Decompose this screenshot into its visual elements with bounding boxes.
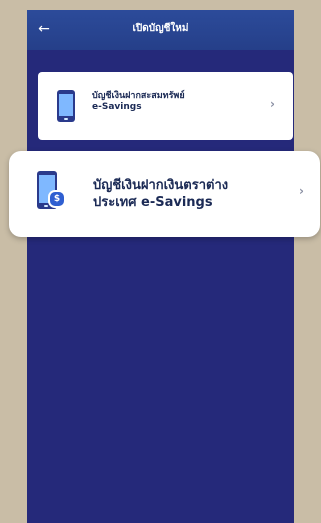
savings-account-label: บัญชีเงินฝากสะสมทรัพย์ e-Savings — [92, 91, 252, 113]
foreign-currency-account-option[interactable]: $ บัญชีเงินฝากเงินตราต่าง ประเทศ e-Savin… — [9, 151, 320, 237]
back-arrow-icon[interactable]: ← — [33, 18, 55, 40]
mobile-phone-icon — [57, 90, 75, 122]
savings-account-option[interactable]: บัญชีเงินฝากสะสมทรัพย์ e-Savings › — [38, 72, 293, 140]
foreign-currency-account-label: บัญชีเงินฝากเงินตราต่าง ประเทศ e-Savings — [93, 177, 273, 211]
top-bar: ← เปิดบัญชีใหม่ — [27, 10, 294, 50]
chevron-right-icon: › — [270, 97, 275, 111]
currency-coin-icon: $ — [48, 190, 66, 208]
savings-account-label-line1: บัญชีเงินฝากสะสมทรัพย์ — [92, 91, 185, 101]
phone-home-indicator — [64, 118, 68, 120]
foreign-currency-label-line2: ประเทศ e-Savings — [93, 195, 213, 210]
chevron-right-icon: › — [299, 184, 304, 198]
foreign-currency-label-line1: บัญชีเงินฝากเงินตราต่าง — [93, 178, 229, 193]
app-screen: ← เปิดบัญชีใหม่ บัญชีเงินฝากสะสมทรัพย์ e… — [27, 10, 294, 523]
phone-home-indicator — [44, 205, 48, 207]
savings-account-label-line2: e-Savings — [92, 102, 142, 112]
page-title: เปิดบัญชีใหม่ — [132, 23, 189, 34]
phone-screen — [59, 94, 73, 116]
